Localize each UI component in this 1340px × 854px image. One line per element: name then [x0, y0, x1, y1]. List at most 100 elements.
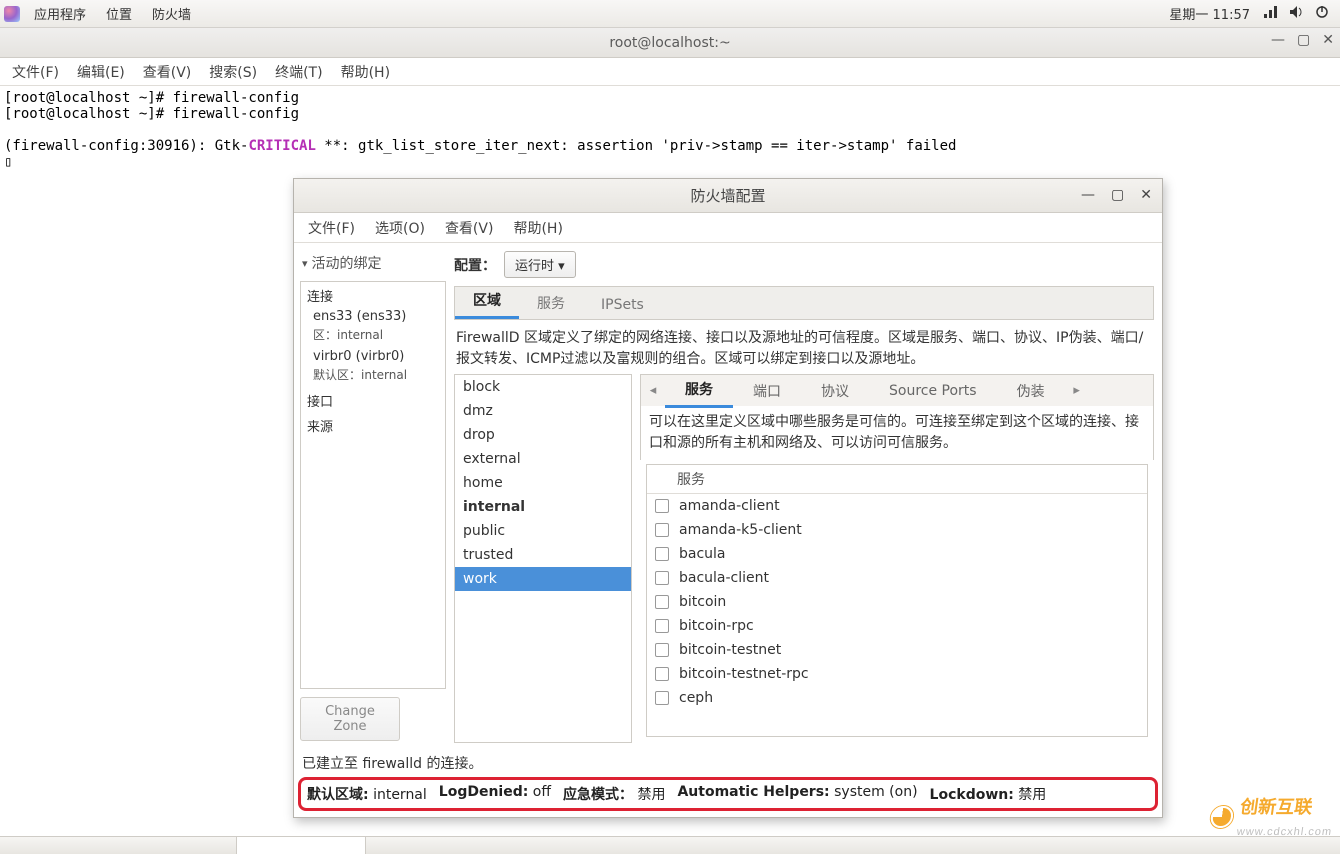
panel-clock[interactable]: 星期一 11:57	[1163, 4, 1256, 23]
panel-menu-apps[interactable]: 应用程序	[24, 4, 96, 23]
firewall-config-window: 防火墙配置 — ▢ ✕ 文件(F) 选项(O) 查看(V) 帮助(H) ▾ 活动…	[293, 178, 1163, 818]
service-label: bacula-client	[679, 570, 769, 586]
panel-menu-firewall[interactable]: 防火墙	[142, 4, 201, 23]
network-icon[interactable]	[1262, 4, 1278, 24]
connection-item[interactable]: virbr0 (virbr0)	[301, 347, 445, 366]
service-checkbox[interactable]	[655, 547, 669, 561]
subtab-masquerade[interactable]: 伪装	[997, 375, 1065, 407]
zone-item-home[interactable]: home	[455, 471, 631, 495]
zone-item-work[interactable]: work	[455, 567, 631, 591]
services-column-header[interactable]: 服务	[647, 465, 1147, 494]
service-row[interactable]: bacula	[647, 542, 1147, 566]
fwin-menu-help[interactable]: 帮助(H)	[503, 218, 572, 238]
volume-icon[interactable]	[1288, 4, 1304, 24]
fwin-menu-view[interactable]: 查看(V)	[435, 218, 504, 238]
zone-item-public[interactable]: public	[455, 519, 631, 543]
service-row[interactable]: bitcoin-testnet	[647, 638, 1147, 662]
tab-services[interactable]: 服务	[519, 285, 583, 319]
bindings-section-interfaces[interactable]: 接口	[301, 387, 445, 412]
service-checkbox[interactable]	[655, 499, 669, 513]
connection-zone: 区：internal	[301, 326, 445, 347]
status-autohelpers: system (on)	[834, 784, 917, 800]
service-label: bitcoin	[679, 594, 726, 610]
watermark-text: 创新互联	[1238, 793, 1337, 819]
panel-menu-places[interactable]: 位置	[96, 4, 142, 23]
zone-item-block[interactable]: block	[455, 375, 631, 399]
service-row[interactable]: bitcoin-rpc	[647, 614, 1147, 638]
power-icon[interactable]	[1314, 4, 1330, 24]
status-lockdown-label: Lockdown:	[930, 787, 1014, 803]
services-rows[interactable]: amanda-clientamanda-k5-client bacula bacul…	[647, 494, 1147, 736]
service-checkbox[interactable]	[655, 619, 669, 633]
subtab-services[interactable]: 服务	[665, 373, 733, 408]
bottom-taskbar	[0, 836, 1340, 854]
terminal-menu-terminal[interactable]: 终端(T)	[267, 62, 330, 82]
close-button[interactable]: ✕	[1140, 187, 1152, 203]
status-logdenied-label: LogDenied:	[439, 784, 529, 800]
tab-scroll-right[interactable]: ▸	[1065, 383, 1089, 398]
tab-zones[interactable]: 区域	[455, 282, 519, 319]
maximize-button[interactable]: ▢	[1297, 32, 1310, 48]
close-button[interactable]: ✕	[1322, 32, 1334, 48]
service-label: ceph	[679, 690, 713, 706]
zone-item-drop[interactable]: drop	[455, 423, 631, 447]
bindings-section-connections[interactable]: 连接	[301, 282, 445, 307]
service-label: bacula	[679, 546, 726, 562]
status-autohelpers-label: Automatic Helpers:	[677, 784, 829, 800]
configuration-select[interactable]: 运行时 ▾	[504, 251, 576, 278]
tab-scroll-left[interactable]: ◂	[641, 383, 665, 398]
zone-item-trusted[interactable]: trusted	[455, 543, 631, 567]
fwin-menu-file[interactable]: 文件(F)	[298, 218, 365, 238]
subtab-source-ports[interactable]: Source Ports	[869, 377, 997, 405]
chevron-down-icon: ▾	[302, 257, 308, 270]
service-checkbox[interactable]	[655, 571, 669, 585]
firewall-menubar: 文件(F) 选项(O) 查看(V) 帮助(H)	[294, 213, 1162, 243]
active-bindings-header[interactable]: ▾ 活动的绑定	[300, 247, 446, 281]
taskbar-item[interactable]	[236, 836, 366, 854]
connection-item[interactable]: ens33 (ens33)	[301, 307, 445, 326]
zone-item-dmz[interactable]: dmz	[455, 399, 631, 423]
service-checkbox[interactable]	[655, 667, 669, 681]
zone-item-internal[interactable]: internal	[455, 495, 631, 519]
subtab-protocols[interactable]: 协议	[801, 375, 869, 407]
terminal-menu-search[interactable]: 搜索(S)	[201, 62, 265, 82]
gnome-top-panel: 应用程序 位置 防火墙 星期一 11:57	[0, 0, 1340, 28]
terminal-menu-edit[interactable]: 编辑(E)	[69, 62, 133, 82]
tab-ipsets[interactable]: IPSets	[583, 289, 662, 319]
service-checkbox[interactable]	[655, 523, 669, 537]
bindings-section-sources[interactable]: 来源	[301, 412, 445, 437]
terminal-titlebar[interactable]: root@localhost:~ — ▢ ✕	[0, 28, 1340, 58]
zone-item-external[interactable]: external	[455, 447, 631, 471]
terminal-title-text: root@localhost:~	[609, 35, 730, 51]
terminal-line: [root@localhost ~]# firewall-config	[4, 90, 299, 106]
main-tabs: 区域 服务 IPSets	[454, 286, 1154, 320]
status-panic: 禁用	[637, 787, 665, 803]
service-row[interactable]: bacula-client	[647, 566, 1147, 590]
service-row[interactable]: amanda-client	[647, 494, 1147, 518]
fwin-menu-options[interactable]: 选项(O)	[365, 218, 435, 238]
terminal-menu-file[interactable]: 文件(F)	[4, 62, 67, 82]
service-row[interactable]: bitcoin-testnet-rpc	[647, 662, 1147, 686]
firewall-title-text: 防火墙配置	[690, 185, 765, 206]
firewall-titlebar[interactable]: 防火墙配置 — ▢ ✕	[294, 179, 1162, 213]
services-description: 可以在这里定义区域中哪些服务是可信的。可连接至绑定到这个区域的连接、接口和源的所…	[640, 406, 1154, 460]
maximize-button[interactable]: ▢	[1111, 187, 1124, 203]
zone-list[interactable]: blockdmzdropexternalhomeinternalpublictr…	[454, 374, 632, 743]
minimize-button[interactable]: —	[1081, 187, 1095, 203]
service-row[interactable]: ceph	[647, 686, 1147, 710]
watermark-url: www.cdcxhl.com	[1236, 826, 1333, 838]
terminal-menu-help[interactable]: 帮助(H)	[333, 62, 398, 82]
minimize-button[interactable]: —	[1271, 32, 1285, 48]
service-row[interactable]: bitcoin	[647, 590, 1147, 614]
service-checkbox[interactable]	[655, 595, 669, 609]
subtab-ports[interactable]: 端口	[733, 375, 801, 407]
bindings-tree[interactable]: 连接 ens33 (ens33) 区：internal virbr0 (virb…	[300, 281, 446, 689]
terminal-line: **: gtk_list_store_iter_next: assertion …	[316, 138, 957, 154]
service-checkbox[interactable]	[655, 691, 669, 705]
service-row[interactable]: amanda-k5-client	[647, 518, 1147, 542]
service-checkbox[interactable]	[655, 643, 669, 657]
terminal-menu-view[interactable]: 查看(V)	[135, 62, 200, 82]
activities-icon[interactable]	[4, 6, 20, 22]
zone-description: FirewallD 区域定义了绑定的网络连接、接口以及源地址的可信程度。区域是服…	[454, 320, 1154, 374]
service-label: bitcoin-rpc	[679, 618, 754, 634]
